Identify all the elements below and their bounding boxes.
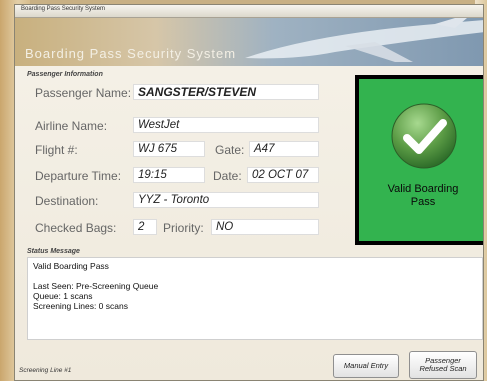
status-line: Valid Boarding Pass — [33, 261, 109, 271]
manual-entry-label: Manual Entry — [343, 361, 389, 370]
app-window: Boarding Pass Security System Boarding P… — [14, 4, 484, 381]
validation-result-line1: Valid Boarding — [387, 183, 459, 195]
header-banner: Boarding Pass Security System — [15, 18, 483, 66]
airline-name-label: Airline Name: — [35, 119, 108, 133]
passenger-name-value: SANGSTER/STEVEN — [133, 84, 319, 100]
priority-label: Priority: — [163, 221, 204, 235]
date-label: Date: — [213, 169, 242, 183]
refused-scan-label-line2: Refused Scan — [419, 364, 467, 373]
destination-value: YYZ - Toronto — [133, 192, 319, 208]
checked-bags-label: Checked Bags: — [35, 221, 117, 235]
manual-entry-button[interactable]: Manual Entry — [333, 354, 399, 378]
passenger-info-label: Passenger Information — [27, 71, 103, 78]
window-title: Boarding Pass Security System — [21, 6, 106, 12]
status-line: Screening Lines: 0 scans — [33, 301, 128, 311]
validation-result-box: Valid Boarding Pass — [355, 75, 483, 245]
title-bar[interactable]: Boarding Pass Security System — [15, 5, 483, 18]
status-message-label: Status Message — [27, 248, 80, 255]
departure-time-value: 19:15 — [133, 167, 205, 183]
flight-number-label: Flight #: — [35, 143, 78, 157]
status-line: Last Seen: Pre-Screening Queue — [33, 281, 159, 291]
passenger-refused-scan-button[interactable]: Passenger Refused Scan — [409, 351, 477, 379]
gate-value: A47 — [249, 141, 319, 157]
validation-result-line2: Pass — [410, 196, 436, 208]
screening-line-label: Screening Line #1 — [19, 367, 72, 374]
status-message-panel: Valid Boarding Pass Last Seen: Pre-Scree… — [27, 257, 483, 340]
gate-label: Gate: — [215, 143, 245, 157]
destination-label: Destination: — [35, 194, 99, 208]
passenger-name-label: Passenger Name: — [35, 86, 132, 100]
flight-number-value: WJ 675 — [133, 141, 205, 157]
validation-result-text: Valid Boarding Pass — [359, 183, 483, 209]
status-line: Queue: 1 scans — [33, 291, 93, 301]
validation-result-panel: Valid Boarding Pass — [359, 79, 483, 241]
airline-name-value: WestJet — [133, 117, 319, 133]
banner-title: Boarding Pass Security System — [25, 46, 237, 61]
checkmark-icon — [391, 103, 457, 169]
priority-value: NO — [211, 219, 319, 235]
date-value: 02 OCT 07 — [247, 167, 319, 183]
departure-time-label: Departure Time: — [35, 169, 122, 183]
checked-bags-value: 2 — [133, 219, 157, 235]
